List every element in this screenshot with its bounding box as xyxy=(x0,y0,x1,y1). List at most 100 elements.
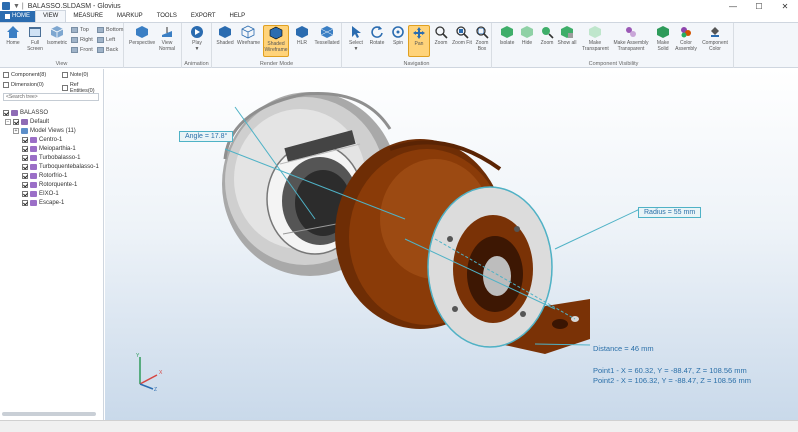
tree-item-checkbox[interactable] xyxy=(22,190,28,197)
show-all-button[interactable]: Show all xyxy=(556,25,578,46)
minimize-button[interactable]: — xyxy=(720,0,746,12)
maximize-button[interactable]: ☐ xyxy=(746,0,772,12)
color-assembly-button[interactable]: Color Assembly xyxy=(674,25,698,52)
tree-item[interactable]: Centro-1 xyxy=(22,135,62,144)
full-screen-button[interactable]: Full Screen xyxy=(24,25,46,52)
rotate-button[interactable]: Rotate xyxy=(366,25,388,46)
model-views-expander[interactable]: + xyxy=(13,127,19,134)
bottom-view-button[interactable]: Bottom xyxy=(97,26,123,34)
hide-button[interactable]: Hide xyxy=(516,25,538,46)
wireframe-button[interactable]: Wireframe xyxy=(237,25,261,46)
make-solid-button[interactable]: Make Solid xyxy=(652,25,674,52)
tree-item-checkbox[interactable] xyxy=(22,145,28,152)
perspective-button[interactable]: Perspective xyxy=(129,25,155,46)
quick-access-toolbar[interactable]: ▼ | xyxy=(13,3,24,10)
config-checkbox[interactable] xyxy=(13,118,19,125)
tree-item[interactable]: Escape-1 xyxy=(22,198,64,207)
tree-root[interactable]: BALASSO xyxy=(3,108,48,117)
note-filter[interactable]: Note(0) xyxy=(62,72,88,78)
front-view-button[interactable]: Front xyxy=(71,46,93,54)
components-filter-label: Component(8) xyxy=(11,72,47,78)
tree-horizontal-scrollbar[interactable] xyxy=(2,412,96,416)
tree-item[interactable]: Rotorfrio-1 xyxy=(22,171,67,180)
tree-model-views[interactable]: + Model Views (11) xyxy=(13,126,76,135)
view-normal-label: View Normal xyxy=(158,40,176,52)
component-color-button[interactable]: Component Color xyxy=(700,25,730,52)
make-assembly-transparent-button[interactable]: Make Assembly Transparent xyxy=(612,25,650,52)
assembly-icon xyxy=(11,109,18,116)
show-all-icon xyxy=(561,26,573,38)
play-dropdown-icon[interactable]: ▼ xyxy=(186,46,208,52)
tab-markup[interactable]: MARKUP xyxy=(110,11,150,22)
make-transparent-icon xyxy=(589,26,601,38)
tab-help[interactable]: HELP xyxy=(222,11,252,22)
radius-measurement-label[interactable]: Radius = 55 mm xyxy=(638,207,702,218)
tree-root-checkbox[interactable] xyxy=(3,109,9,116)
search-tree-input[interactable]: <Search tree> xyxy=(3,93,99,101)
hlr-button[interactable]: HLR xyxy=(291,25,313,46)
tree-item-checkbox[interactable] xyxy=(22,181,28,188)
back-view-label: Back xyxy=(106,47,119,53)
view-normal-button[interactable]: View Normal xyxy=(156,25,178,52)
pan-button[interactable]: Pan xyxy=(408,25,430,57)
angle-measurement-label[interactable]: Angle = 17.8° xyxy=(179,131,234,142)
components-filter[interactable]: Component(8) xyxy=(3,72,46,78)
shaded-button[interactable]: Shaded xyxy=(214,25,236,46)
component-zoom-button[interactable]: Zoom xyxy=(536,25,558,46)
tree-item-label: EIXO-1 xyxy=(39,190,59,197)
ref-entities-filter-checkbox[interactable] xyxy=(62,85,68,91)
distance-measurement-label[interactable]: Distance = 46 mm xyxy=(593,344,654,353)
zoom-box-button[interactable]: Zoom Box xyxy=(471,25,493,52)
tree-item[interactable]: Turboquentebalasso-1 xyxy=(22,162,99,171)
color-assembly-label: Color Assembly xyxy=(675,40,697,52)
make-transparent-button[interactable]: Make Transparent xyxy=(582,25,609,52)
dimension-filter-checkbox[interactable] xyxy=(3,82,9,88)
select-dropdown-icon[interactable]: ▼ xyxy=(345,46,367,52)
isolate-button[interactable]: Isolate xyxy=(496,25,518,46)
isometric-button[interactable]: Isometric xyxy=(46,25,68,46)
home-icon xyxy=(7,26,19,38)
tree-item-checkbox[interactable] xyxy=(22,154,28,161)
3d-viewport[interactable]: Angle = 17.8° Radius = 55 mm Distance = … xyxy=(105,69,798,420)
tab-home[interactable]: HOME xyxy=(0,11,35,22)
tree-item[interactable]: EIXO-1 xyxy=(22,189,59,198)
tree-item-checkbox[interactable] xyxy=(22,136,28,143)
wireframe-label: Wireframe xyxy=(237,40,261,46)
shaded-wireframe-button[interactable]: Shaded Wireframe xyxy=(263,25,289,57)
tree-item-checkbox[interactable] xyxy=(22,199,28,206)
tree-item[interactable]: Turbobalasso-1 xyxy=(22,153,80,162)
dimension-filter[interactable]: Dimension(0) xyxy=(3,82,44,88)
animation-group-label: Animation xyxy=(184,61,209,67)
tree-item[interactable]: Meioparthia-1 xyxy=(22,144,76,153)
tab-tools[interactable]: TOOLS xyxy=(150,11,184,22)
back-view-button[interactable]: Back xyxy=(97,46,118,54)
view-normal-icon xyxy=(162,27,172,37)
tree-item[interactable]: Rotorquente-1 xyxy=(22,180,77,189)
left-view-button[interactable]: Left xyxy=(97,36,115,44)
top-view-button[interactable]: Top xyxy=(71,26,89,34)
play-button[interactable]: Play ▼ xyxy=(186,25,208,52)
config-expander[interactable]: − xyxy=(5,118,11,125)
components-filter-checkbox[interactable] xyxy=(3,72,9,78)
part-icon xyxy=(30,154,37,161)
tab-export[interactable]: EXPORT xyxy=(184,11,223,22)
spin-button[interactable]: Spin xyxy=(387,25,409,46)
zoom-button[interactable]: Zoom xyxy=(430,25,452,46)
close-button[interactable]: ✕ xyxy=(772,0,798,12)
tree-item-checkbox[interactable] xyxy=(22,163,28,170)
tree-config[interactable]: − Default xyxy=(5,117,49,126)
tessellated-button[interactable]: Tessellated xyxy=(314,25,340,46)
right-view-button[interactable]: Right xyxy=(71,36,93,44)
part-icon xyxy=(30,145,37,152)
zoom-fit-button[interactable]: Zoom Fit xyxy=(451,25,473,46)
select-button[interactable]: Select ▼ xyxy=(345,25,367,52)
note-filter-label: Note(0) xyxy=(70,72,89,78)
tree-item-checkbox[interactable] xyxy=(22,172,28,179)
note-filter-checkbox[interactable] xyxy=(62,72,68,78)
part-icon xyxy=(30,199,37,206)
isometric-cube-icon xyxy=(50,26,64,38)
home-view-button[interactable]: Home xyxy=(2,25,24,46)
spin-label: Spin xyxy=(392,40,403,46)
tab-view[interactable]: VIEW xyxy=(35,10,67,22)
tab-measure[interactable]: MEASURE xyxy=(66,11,110,22)
